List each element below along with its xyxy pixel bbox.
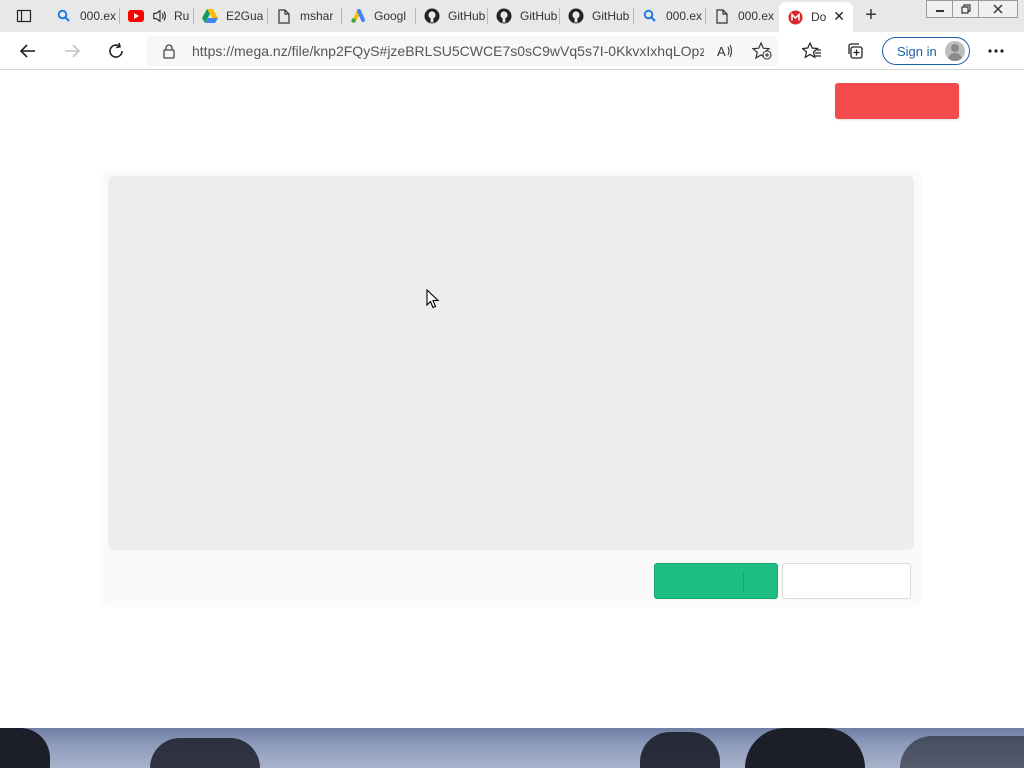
- tab-8[interactable]: 000.ex: [634, 0, 706, 32]
- tab-5[interactable]: GitHub: [416, 0, 488, 32]
- address-bar[interactable]: https://mega.nz/file/knp2FQyS#jzeBRLSU5C…: [146, 36, 778, 66]
- tab-4[interactable]: Googl: [342, 0, 416, 32]
- document-icon: [714, 8, 730, 24]
- settings-more-button[interactable]: [982, 37, 1010, 65]
- tab-actions-icon: [16, 9, 32, 23]
- more-icon: [988, 49, 1004, 53]
- refresh-button[interactable]: [102, 37, 130, 65]
- speaker-icon[interactable]: [152, 8, 168, 24]
- file-preview-placeholder: [108, 176, 914, 550]
- github-icon: [568, 8, 584, 24]
- document-icon: [276, 8, 292, 24]
- tab-title: Do: [811, 10, 827, 24]
- close-window-button[interactable]: [978, 0, 1018, 18]
- forward-button[interactable]: [58, 37, 86, 65]
- lock-icon[interactable]: [162, 43, 176, 64]
- tab-title: 000.ex: [738, 9, 775, 23]
- avatar: [945, 41, 965, 61]
- tab-title: Ru: [174, 9, 190, 23]
- tab-7[interactable]: GitHub: [560, 0, 634, 32]
- search-icon: [56, 8, 72, 24]
- download-card: [102, 172, 920, 606]
- favorites-button[interactable]: [798, 37, 826, 65]
- page-content: [0, 71, 1024, 728]
- mega-icon: [787, 9, 803, 25]
- tab-strip: 000.ex Ru E2Gua mshar Googl GitHub GitHu…: [0, 0, 1024, 32]
- tab-0[interactable]: 000.ex: [48, 0, 120, 32]
- sign-in-button[interactable]: Sign in: [882, 37, 970, 65]
- restore-button[interactable]: [952, 0, 980, 18]
- url-text[interactable]: https://mega.nz/file/knp2FQyS#jzeBRLSU5C…: [192, 43, 704, 59]
- read-aloud-icon[interactable]: A: [716, 42, 734, 65]
- back-button[interactable]: [14, 37, 42, 65]
- favorites-icon: [802, 42, 821, 59]
- restore-icon: [961, 4, 971, 14]
- tab-3[interactable]: mshar: [268, 0, 342, 32]
- github-icon: [424, 8, 440, 24]
- arrow-right-icon: [65, 44, 81, 58]
- collections-button[interactable]: [842, 37, 870, 65]
- arrow-left-icon: [19, 44, 35, 58]
- tab-title: GitHub: [520, 9, 558, 23]
- search-icon: [642, 8, 658, 24]
- tab-2[interactable]: E2Gua: [194, 0, 268, 32]
- tab-actions-button[interactable]: [10, 4, 38, 28]
- tab-title: GitHub: [448, 9, 486, 23]
- youtube-icon: [128, 8, 144, 24]
- tab-9[interactable]: 000.ex: [706, 0, 778, 32]
- tab-title: mshar: [300, 9, 334, 23]
- secondary-button[interactable]: [782, 563, 911, 599]
- tab-6[interactable]: GitHub: [488, 0, 560, 32]
- tab-title: E2Gua: [226, 9, 264, 23]
- sign-in-label: Sign in: [897, 43, 937, 59]
- mouse-cursor-icon: [426, 289, 440, 309]
- tab-1[interactable]: Ru: [120, 0, 194, 32]
- tab-title: 000.ex: [666, 9, 703, 23]
- tab-title: 000.ex: [80, 9, 117, 23]
- refresh-icon: [109, 42, 123, 58]
- tab-title: Googl: [374, 9, 407, 23]
- add-favorite-icon[interactable]: [751, 41, 772, 65]
- close-tab-icon[interactable]: ✕: [833, 8, 845, 25]
- primary-red-button[interactable]: [835, 83, 959, 119]
- google-ads-icon: [350, 8, 366, 24]
- close-icon: [993, 4, 1003, 14]
- minimize-icon: [936, 10, 944, 12]
- collections-icon: [848, 43, 863, 59]
- minimize-button[interactable]: [926, 0, 954, 18]
- github-icon: [496, 8, 512, 24]
- google-drive-icon: [202, 8, 218, 24]
- tab-10-active[interactable]: Do ✕: [779, 2, 853, 32]
- tab-title: GitHub: [592, 9, 630, 23]
- background-photo: [0, 728, 1024, 768]
- download-button[interactable]: [654, 563, 778, 599]
- new-tab-button[interactable]: +: [858, 4, 884, 28]
- navigation-bar: https://mega.nz/file/knp2FQyS#jzeBRLSU5C…: [0, 32, 1024, 70]
- svg-text:A: A: [717, 44, 726, 59]
